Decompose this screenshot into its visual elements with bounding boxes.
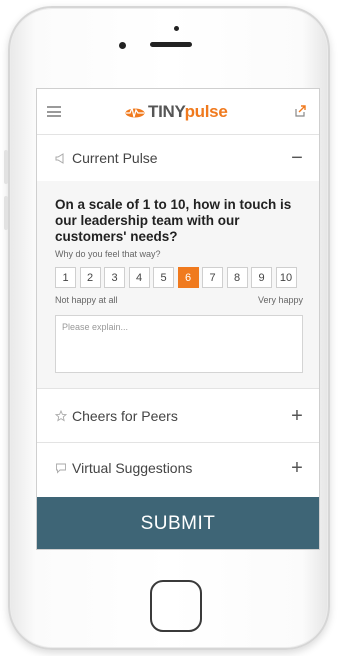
suggestions-section: Virtual Suggestions + — [37, 443, 319, 497]
scale-high-label: Very happy — [257, 295, 303, 305]
logo-text: TINYpulse — [148, 102, 228, 122]
current-pulse-title: Current Pulse — [72, 150, 158, 166]
rating-option[interactable]: 5 — [153, 267, 174, 288]
current-pulse-section: Current Pulse − — [37, 135, 319, 181]
rating-option[interactable]: 6 — [177, 267, 199, 288]
front-camera — [119, 42, 126, 49]
rating-option[interactable]: 7 — [202, 267, 223, 288]
suggestions-header[interactable]: Virtual Suggestions + — [37, 443, 319, 493]
expand-icon[interactable]: + — [289, 406, 305, 426]
megaphone-icon — [55, 153, 64, 164]
home-button[interactable] — [150, 580, 202, 632]
speech-bubble-icon — [56, 463, 66, 474]
rating-option[interactable]: 1 — [55, 267, 76, 288]
rating-scale: 1 2 3 4 5 6 7 8 9 10 — [55, 267, 300, 288]
explain-input[interactable] — [55, 315, 303, 373]
pulse-body: On a scale of 1 to 10, how in touch is o… — [37, 181, 319, 389]
hamburger-icon[interactable] — [47, 106, 61, 117]
logo-mark-icon — [125, 106, 145, 118]
earpiece-speaker — [150, 42, 192, 47]
cheers-section: Cheers for Peers + — [37, 389, 319, 443]
current-pulse-header[interactable]: Current Pulse − — [37, 135, 319, 181]
phone-side-button — [4, 196, 8, 230]
rating-option[interactable]: 3 — [104, 267, 125, 288]
collapse-icon[interactable]: − — [289, 148, 305, 168]
cheers-header[interactable]: Cheers for Peers + — [37, 389, 319, 443]
suggestions-title: Virtual Suggestions — [72, 460, 193, 476]
tiny-pulse-logo: TINYpulse — [125, 102, 228, 122]
phone-side-button — [4, 150, 8, 184]
rating-option[interactable]: 2 — [79, 267, 101, 288]
sensor-dot — [174, 26, 179, 31]
expand-icon[interactable]: + — [289, 458, 305, 478]
pulse-prompt: Why do you feel that way? — [55, 249, 161, 259]
rating-option[interactable]: 10 — [275, 267, 297, 288]
app-header: TINYpulse — [37, 89, 319, 135]
phone-screen: TINYpulse Current Pulse − On a scale of … — [36, 88, 320, 550]
cheers-title: Cheers for Peers — [72, 408, 178, 424]
submit-button[interactable]: SUBMIT — [37, 497, 319, 549]
share-icon[interactable] — [293, 104, 307, 118]
rating-option[interactable]: 9 — [251, 267, 272, 288]
rating-option[interactable]: 8 — [226, 267, 248, 288]
logo-prefix: TINY — [148, 102, 185, 121]
rating-option[interactable]: 4 — [128, 267, 150, 288]
star-icon — [55, 410, 67, 422]
scale-low-label: Not happy at all — [55, 295, 118, 305]
logo-suffix: pulse — [184, 102, 228, 121]
pulse-question: On a scale of 1 to 10, how in touch is o… — [55, 197, 292, 244]
